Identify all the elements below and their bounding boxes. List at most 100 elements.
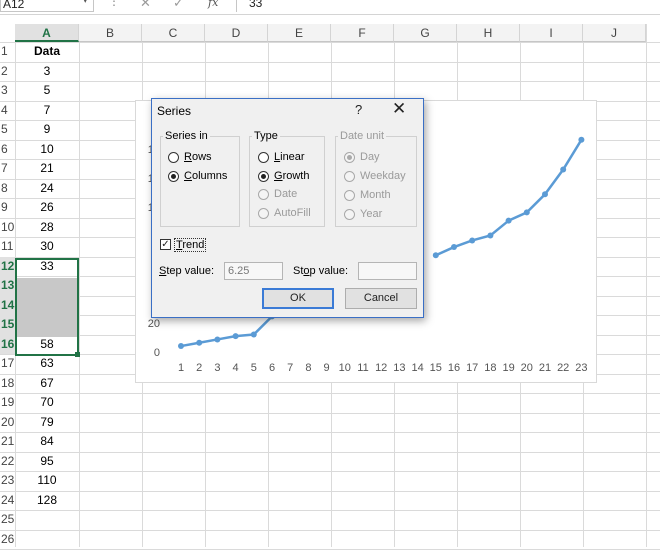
row-header[interactable]: 2: [0, 62, 15, 82]
column-header-h[interactable]: H: [457, 24, 520, 42]
date-label: Date: [274, 188, 298, 200]
row-header[interactable]: 18: [0, 374, 15, 394]
x-tick-label: 9: [324, 362, 330, 374]
grid-col-line: [79, 24, 80, 547]
column-header-b[interactable]: B: [79, 24, 142, 42]
trend-label[interactable]: Trend: [174, 238, 207, 252]
row-header[interactable]: 10: [0, 218, 15, 238]
data-point: [232, 333, 239, 340]
name-box[interactable]: A12: [0, 0, 94, 12]
x-tick-label: 3: [214, 362, 220, 374]
columns-label[interactable]: Columns: [184, 170, 227, 182]
column-a-cell[interactable]: 95: [15, 452, 79, 472]
trend-checkbox[interactable]: ✓: [160, 239, 171, 250]
growth-radio[interactable]: [258, 171, 269, 182]
enter-icon[interactable]: ✓: [173, 0, 184, 11]
insert-function-icon[interactable]: fx: [208, 0, 218, 9]
growth-label[interactable]: Growth: [274, 170, 309, 182]
column-a-cell[interactable]: [15, 530, 79, 550]
row-header[interactable]: 7: [0, 159, 15, 179]
row-header[interactable]: 12: [0, 256, 15, 276]
row-header[interactable]: 1: [0, 42, 15, 62]
data-point: [578, 136, 585, 143]
linear-label[interactable]: Linear: [274, 151, 305, 163]
row-header[interactable]: 17: [0, 354, 15, 374]
rows-label[interactable]: Rows: [184, 151, 212, 163]
column-a-cell[interactable]: 24: [15, 179, 79, 199]
column-a-cell[interactable]: 128: [15, 491, 79, 511]
column-header-c[interactable]: C: [142, 24, 205, 42]
column-header-j[interactable]: J: [583, 24, 646, 42]
row-header[interactable]: 6: [0, 140, 15, 160]
column-a-cell[interactable]: 28: [15, 218, 79, 238]
row-header[interactable]: 21: [0, 432, 15, 452]
column-a-cell[interactable]: 21: [15, 159, 79, 179]
column-a-cell[interactable]: 67: [15, 374, 79, 394]
row-header[interactable]: 15: [0, 315, 15, 335]
column-a-cell[interactable]: 63: [15, 354, 79, 374]
grid-col-line: [646, 24, 647, 547]
rows-radio[interactable]: [168, 152, 179, 163]
column-a-cell[interactable]: 7: [15, 101, 79, 121]
cancel-icon[interactable]: ✕: [140, 0, 151, 11]
ok-button[interactable]: OK: [262, 288, 334, 309]
column-a-cell[interactable]: 3: [15, 62, 79, 82]
x-tick-label: 16: [448, 362, 460, 374]
column-header-a[interactable]: A: [15, 24, 79, 42]
row-header[interactable]: 24: [0, 491, 15, 511]
row-header[interactable]: 3: [0, 81, 15, 101]
row-header[interactable]: 19: [0, 393, 15, 413]
row-header[interactable]: 8: [0, 179, 15, 199]
row-header[interactable]: 5: [0, 120, 15, 140]
column-a-cell[interactable]: 10: [15, 140, 79, 160]
data-point: [469, 237, 476, 244]
column-a-cell[interactable]: 30: [15, 237, 79, 257]
column-a-header-cell[interactable]: Data: [15, 42, 79, 62]
column-a-cell[interactable]: [15, 510, 79, 530]
date-unit-label-day: Day: [360, 151, 380, 163]
column-a-cell[interactable]: 9: [15, 120, 79, 140]
row-header[interactable]: 26: [0, 530, 15, 550]
column-a-cell[interactable]: 5: [15, 81, 79, 101]
x-tick-label: 1: [178, 362, 184, 374]
row-header[interactable]: 25: [0, 510, 15, 530]
row-header[interactable]: 22: [0, 452, 15, 472]
autofill-radio: [258, 208, 269, 219]
linear-radio[interactable]: [258, 152, 269, 163]
columns-radio[interactable]: [168, 171, 179, 182]
help-button[interactable]: ?: [355, 102, 362, 117]
column-a-cell[interactable]: 79: [15, 413, 79, 433]
x-tick-label: 7: [287, 362, 293, 374]
column-header-f[interactable]: F: [331, 24, 394, 42]
row-header[interactable]: 16: [0, 334, 15, 354]
fill-handle[interactable]: [75, 352, 80, 357]
row-header[interactable]: 20: [0, 413, 15, 433]
row-header[interactable]: 14: [0, 295, 15, 315]
date-unit-label-month: Month: [360, 189, 391, 201]
column-header-g[interactable]: G: [394, 24, 457, 42]
row-header[interactable]: 11: [0, 237, 15, 257]
chevron-down-icon[interactable]: ▾: [83, 0, 88, 6]
column-a-cell[interactable]: 84: [15, 432, 79, 452]
column-header-i[interactable]: I: [520, 24, 583, 42]
cancel-button[interactable]: Cancel: [345, 288, 417, 309]
stop-value-input[interactable]: [358, 262, 417, 280]
row-header[interactable]: 13: [0, 276, 15, 296]
column-a-cell[interactable]: 110: [15, 471, 79, 491]
column-header-e[interactable]: E: [268, 24, 331, 42]
date-unit-label: Date unit: [338, 130, 387, 142]
data-point: [523, 209, 530, 216]
step-value-label: Step value:: [159, 265, 215, 277]
row-header[interactable]: 4: [0, 101, 15, 121]
column-header-d[interactable]: D: [205, 24, 268, 42]
row-header[interactable]: 9: [0, 198, 15, 218]
close-button[interactable]: ✕: [392, 99, 406, 119]
step-value-input[interactable]: 6.25: [224, 262, 283, 280]
date-unit-label-year: Year: [360, 208, 383, 220]
column-a-cell[interactable]: 26: [15, 198, 79, 218]
x-tick-label: 22: [557, 362, 569, 374]
x-tick-label: 2: [196, 362, 202, 374]
row-header[interactable]: 23: [0, 471, 15, 491]
formula-input[interactable]: 33: [236, 0, 660, 12]
column-a-cell[interactable]: 70: [15, 393, 79, 413]
